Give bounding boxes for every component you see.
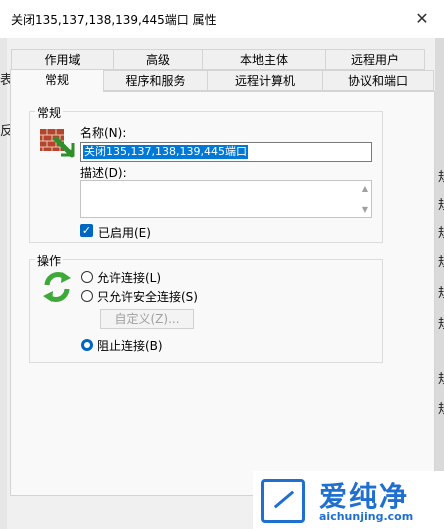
general-group-title: 常规 <box>35 104 64 121</box>
block-connection-label[interactable]: 阻止连接(B) <box>97 337 163 354</box>
customize-button-label: 自定义(Z)... <box>114 312 180 326</box>
name-field-value: 关闭135,137,138,139,445端口 <box>83 145 248 159</box>
firewall-rule-icon <box>39 126 75 161</box>
background-text: 规 <box>438 368 444 387</box>
tab-protocols-and-ports[interactable]: 协议和端口 <box>322 70 434 91</box>
close-icon[interactable]: ✕ <box>400 0 444 38</box>
title-bar: 关闭135,137,138,139,445端口 属性 ✕ <box>0 0 444 38</box>
tab-local-principals[interactable]: 本地主体 <box>202 49 326 70</box>
allow-connection-radio[interactable] <box>81 271 93 283</box>
watermark: 爱纯净 aichunjing.com <box>253 471 444 529</box>
window-title: 关闭135,137,138,139,445端口 属性 <box>11 13 217 27</box>
checkmark-icon: ✓ <box>81 224 92 237</box>
tab-label: 远程用户 <box>350 53 399 67</box>
customize-button[interactable]: 自定义(Z)... <box>100 309 194 329</box>
tab-remote-computers[interactable]: 远程计算机 <box>207 70 323 91</box>
watermark-logo-icon <box>261 479 305 523</box>
background-text: 规 <box>438 398 444 417</box>
allow-connection-label[interactable]: 允许连接(L) <box>97 269 161 286</box>
watermark-url: aichunjing.com <box>319 510 414 523</box>
allow-secure-connection-label[interactable]: 只允许安全连接(S) <box>97 288 198 305</box>
description-field[interactable]: ▲ ▼ <box>80 180 372 218</box>
tab-label: 本地主体 <box>239 53 288 67</box>
tab-label: 协议和端口 <box>347 74 408 88</box>
tab-general[interactable]: 常规 <box>10 69 104 92</box>
tab-programs-and-services[interactable]: 程序和服务 <box>103 70 208 91</box>
allow-secure-connection-radio[interactable] <box>81 290 93 302</box>
scroll-up-icon[interactable]: ▲ <box>362 184 368 193</box>
tab-label: 高级 <box>145 53 170 67</box>
tab-label: 远程计算机 <box>234 74 295 88</box>
tab-remote-users[interactable]: 远程用户 <box>325 49 425 70</box>
tab-label: 常规 <box>44 73 69 87</box>
enabled-checkbox[interactable]: ✓ <box>80 224 93 237</box>
background-text: 规 <box>438 166 444 185</box>
tab-label: 作用域 <box>44 53 81 67</box>
refresh-arrows-icon <box>39 269 75 308</box>
properties-dialog: 表 反 规 规 规 规 规 规 规 规 关闭135,137,138,139,44… <box>0 0 444 529</box>
tab-label: 程序和服务 <box>125 74 186 88</box>
background-text: 规 <box>438 251 444 270</box>
enabled-label[interactable]: 已启用(E) <box>98 224 151 241</box>
tab-scope[interactable]: 作用域 <box>11 49 114 70</box>
name-field[interactable]: 关闭135,137,138,139,445端口 <box>80 142 372 162</box>
watermark-text: 爱纯净 <box>319 480 410 513</box>
background-text: 规 <box>438 222 444 241</box>
background-text: 规 <box>438 282 444 301</box>
action-group-title: 操作 <box>35 252 64 269</box>
scroll-down-icon[interactable]: ▼ <box>362 205 368 214</box>
background-text: 规 <box>438 313 444 332</box>
block-connection-radio[interactable] <box>81 339 93 351</box>
background-text: 规 <box>438 194 444 213</box>
tab-advanced[interactable]: 高级 <box>113 49 203 70</box>
description-label: 描述(D): <box>80 166 127 180</box>
background-window-left <box>0 38 7 529</box>
name-label: 名称(N): <box>80 126 127 140</box>
